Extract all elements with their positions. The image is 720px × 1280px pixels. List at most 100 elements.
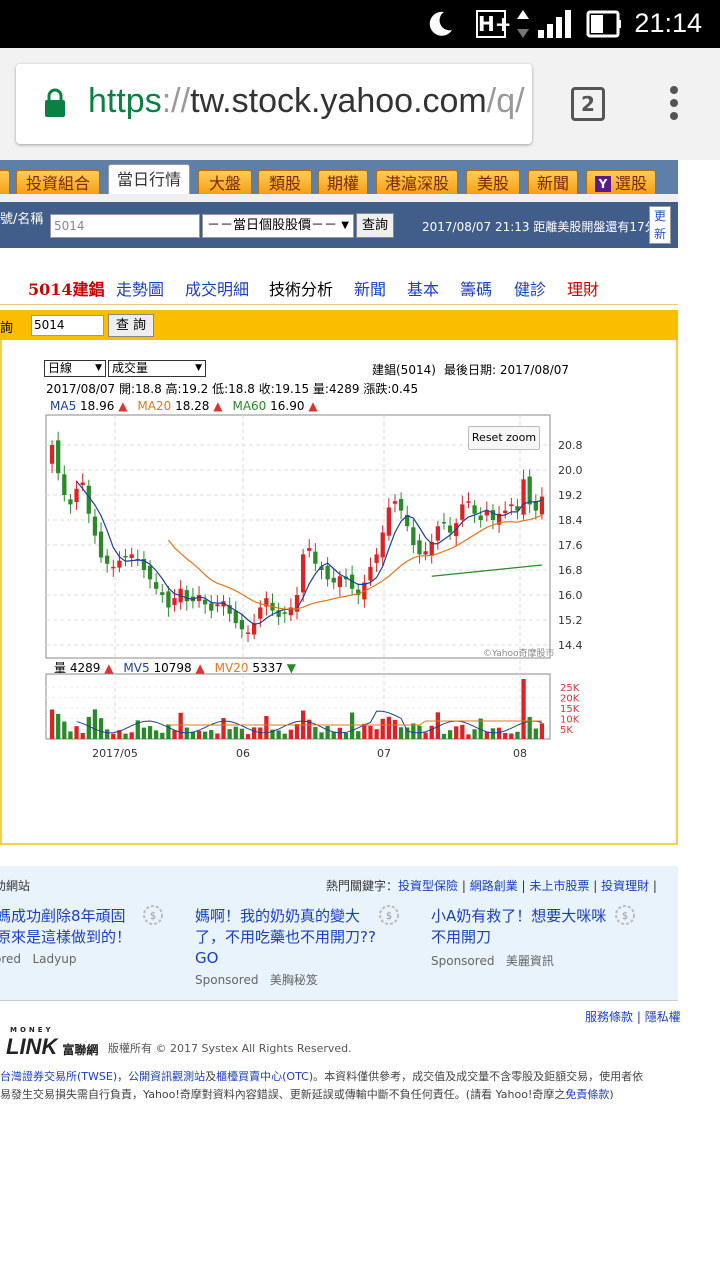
lock-icon — [45, 88, 65, 117]
keyword-link[interactable]: 投資型保險 — [398, 879, 458, 893]
candle-body — [503, 510, 508, 514]
volume-bar — [392, 719, 398, 739]
disclaimer-link[interactable]: 免責條款 — [565, 1088, 609, 1101]
tab-partial[interactable] — [0, 170, 10, 196]
candle-body — [331, 577, 336, 583]
link-finance[interactable]: 理財 — [567, 276, 599, 300]
volume-bar — [509, 733, 514, 739]
overflow-menu-icon[interactable] — [668, 86, 680, 126]
address-bar[interactable]: https://tw.stock.yahoo.com/q/ — [16, 64, 532, 144]
volume-bar — [466, 734, 471, 739]
volume-bar — [472, 729, 477, 739]
candle-body — [447, 525, 453, 533]
query-input[interactable]: 5014 — [31, 315, 104, 336]
volume-bar — [92, 709, 98, 739]
volume-bar — [343, 732, 349, 739]
volume-bar — [233, 726, 238, 739]
candle-body — [98, 531, 104, 558]
link-chips[interactable]: 籌碼 — [460, 276, 492, 300]
privacy-link[interactable]: 隱私權 — [645, 1010, 681, 1024]
reset-zoom-button[interactable]: Reset zoom — [468, 426, 540, 450]
volume-bar — [294, 724, 300, 739]
candle-body — [203, 599, 208, 605]
query-bar: 查詢 5014 查 詢 — [0, 310, 678, 340]
tab-divider — [0, 194, 678, 202]
tab-hk-china[interactable]: 港滬深股 — [376, 170, 458, 196]
candle-body — [123, 555, 128, 558]
dropdown-arrow-icon: ▼ — [341, 220, 349, 231]
tab-us-stocks[interactable]: 美股 — [466, 170, 520, 196]
otc-link[interactable]: 櫃檯買賣中心(OTC) — [216, 1070, 313, 1083]
refresh-button[interactable]: 更新 — [649, 206, 671, 244]
volume-bar — [454, 726, 459, 739]
quote-type-select[interactable]: －－當日個股股價－－ ▼ — [202, 214, 354, 238]
candle-body — [490, 510, 496, 520]
ad-title[interactable]: 媽啊！我的奶奶真的變大 了，不用吃藥也不用開刀?? GO — [195, 906, 376, 969]
tab-screener[interactable]: Y 選股 — [586, 170, 656, 196]
partner-sites-label: 助網站 — [0, 879, 31, 893]
volume-bar — [105, 729, 110, 739]
date-tick-label: 2017/05 — [92, 747, 138, 760]
volume-bar — [521, 679, 526, 739]
volume-bar — [203, 731, 208, 739]
candle-body — [307, 548, 312, 551]
tab-switcher-button[interactable]: 2 — [571, 87, 605, 121]
twse-link[interactable]: 台灣證券交易所(TWSE) — [0, 1070, 117, 1083]
volume-bar — [386, 716, 391, 739]
data-arrows-icon — [517, 10, 529, 38]
keyword-link[interactable]: 投資理財 — [601, 879, 649, 893]
quote-search-bar: 號/名稱 5014 －－當日個股股價－－ ▼ 查詢 2017/08/07 21:1… — [0, 202, 678, 248]
volume-bar — [178, 712, 183, 739]
candle-body — [105, 555, 110, 564]
link-basic[interactable]: 基本 — [407, 276, 439, 300]
volume-bar — [484, 731, 489, 739]
volume-bar — [405, 727, 410, 739]
candle-body — [423, 551, 428, 555]
mops-link[interactable]: 公開資訊觀測站 — [128, 1070, 205, 1083]
price-tick-label: 20.8 — [558, 439, 583, 452]
tab-news[interactable]: 新聞 — [528, 170, 578, 196]
ad-sponsor-label: Sponsored 美麗資訊 — [431, 954, 554, 968]
link-trend[interactable]: 走勢圖 — [116, 276, 164, 300]
volume-bar — [160, 732, 165, 739]
search-button[interactable]: 查詢 — [356, 213, 394, 238]
price-tick-label: 19.2 — [558, 489, 583, 502]
keyword-link[interactable]: 未上市股票 — [529, 879, 589, 893]
candle-body — [392, 501, 398, 504]
sponsored-area: 助網站 熱門關鍵字：投資型保險 | 網路創業 | 未上市股票 | 投資理財 | … — [0, 866, 678, 1000]
moon-icon — [429, 11, 452, 36]
candle-body — [49, 445, 55, 464]
link-trade-detail[interactable]: 成交明細 — [185, 276, 249, 300]
keyword-link[interactable]: 網路創業 — [470, 879, 518, 893]
link-technical[interactable]: 技術分析 — [269, 276, 333, 300]
battery-icon — [586, 10, 621, 38]
volume-bar — [215, 733, 220, 739]
candle-body — [435, 526, 440, 541]
volume-bar — [447, 730, 453, 739]
symbol-input[interactable]: 5014 — [50, 214, 200, 238]
volume-bar — [539, 723, 545, 739]
volume-bar — [398, 727, 404, 739]
ad-title[interactable]: 媽成功剷除8年頑固 原來是這樣做到的！ — [0, 906, 131, 948]
candle-body — [300, 554, 306, 593]
chart-panel: 日線 ▼ 成交量 ▼ 建錩(5014) 最後日期: 2017/08/07 2017/… — [0, 340, 678, 845]
volume-bar — [496, 727, 502, 739]
volume-bar — [356, 731, 361, 739]
tab-portfolio[interactable]: 投資組合 — [16, 170, 100, 196]
query-button[interactable]: 查 詢 — [108, 314, 154, 337]
volume-bar — [319, 732, 324, 739]
ad-title[interactable]: 小A奶有救了！想要大咪咪 不用開刀 — [431, 906, 606, 948]
link-diagnosis[interactable]: 健診 — [514, 276, 546, 300]
stock-title-link[interactable]: 5014建錩 — [28, 276, 105, 300]
divider — [0, 1000, 678, 1001]
price-tick-label: 20.0 — [558, 464, 583, 477]
tab-daily-quotes[interactable]: 當日行情 — [108, 164, 190, 196]
volume-bar — [276, 730, 281, 739]
tab-options[interactable]: 期權 — [318, 170, 368, 196]
copyright: 版權所有 © 2017 Systex All Rights Reserved. — [108, 1042, 352, 1055]
tab-sectors[interactable]: 類股 — [258, 170, 312, 196]
link-news[interactable]: 新聞 — [354, 276, 386, 300]
price-volume-chart[interactable]: 14.4 15.2 16.0 16.8 17.6 18.4 19.2 20.0 20.8 5K10… — [2, 340, 678, 770]
terms-link[interactable]: 服務條款 — [585, 1010, 633, 1024]
tab-market[interactable]: 大盤 — [198, 170, 252, 196]
